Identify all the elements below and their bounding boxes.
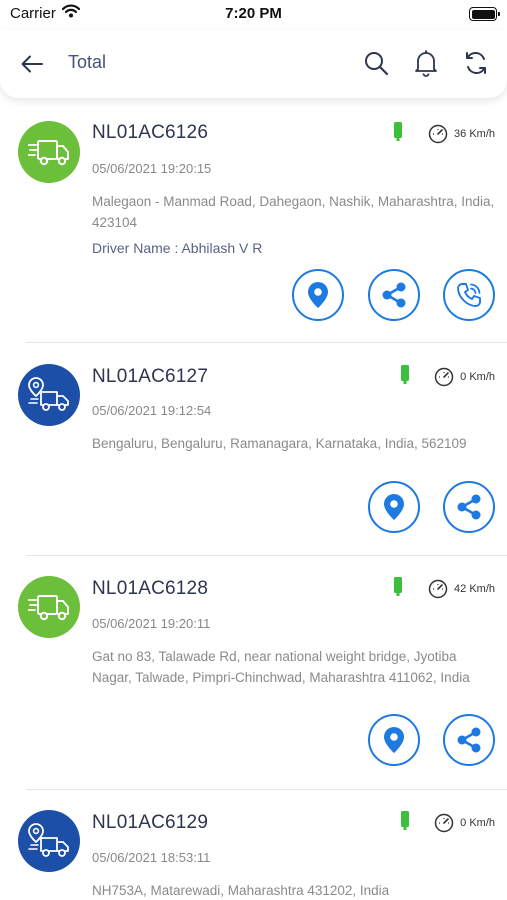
- share-icon: [457, 494, 481, 520]
- speedometer-icon: [434, 813, 454, 833]
- driver-name: Driver Name : Abhilash V R: [92, 240, 263, 256]
- call-icon: [457, 283, 481, 307]
- share-button[interactable]: [368, 269, 420, 321]
- delivery-truck-icon: [28, 140, 69, 166]
- speed-value: 36 Km/h: [454, 128, 495, 140]
- vehicle-plate: NL01AC6127: [92, 366, 209, 387]
- location-button[interactable]: [292, 269, 344, 321]
- vehicle-plate: NL01AC6126: [92, 122, 209, 143]
- vehicle-avatar: [18, 810, 80, 872]
- bell-icon: [415, 50, 437, 77]
- battery-level-icon: [401, 811, 409, 830]
- delivery-truck-icon: [28, 595, 69, 621]
- location-button[interactable]: [368, 714, 420, 766]
- vehicle-card[interactable]: NL01AC6127 0 Km/h 05/06/2021 19:12:54 Be…: [0, 343, 507, 555]
- timestamp: 05/06/2021 19:20:11: [92, 616, 211, 631]
- app-header: Total: [0, 30, 507, 98]
- location-button[interactable]: [368, 481, 420, 533]
- vehicle-address: Malegaon - Manmad Road, Dahegaon, Nashik…: [92, 194, 495, 230]
- speedometer-icon: [428, 579, 448, 599]
- share-button[interactable]: [443, 481, 495, 533]
- search-icon: [365, 52, 389, 76]
- clock: 7:20 PM: [225, 5, 282, 22]
- speed-value: 42 Km/h: [454, 583, 495, 595]
- status-bar: Carrier 7:20 PM: [0, 0, 507, 30]
- vehicle-address: Bengaluru, Bengaluru, Ramanagara, Karnat…: [92, 436, 467, 451]
- vehicle-address: Gat no 83, Talawade Rd, near national we…: [92, 649, 470, 685]
- vehicle-card[interactable]: NL01AC6128 42 Km/h 05/06/2021 19:20:11 G…: [0, 556, 507, 789]
- vehicle-address: NH753A, Matarewadi, Maharashtra 431202, …: [92, 883, 390, 898]
- vehicle-card[interactable]: NL01AC6126 36 Km/h 05/06/2021 19:20:15 M…: [0, 98, 507, 342]
- page-title: Total: [68, 52, 107, 72]
- vehicle-plate: NL01AC6129: [92, 812, 209, 833]
- refresh-button[interactable]: [461, 48, 491, 78]
- battery-level-icon: [394, 122, 402, 141]
- share-icon: [457, 727, 481, 753]
- timestamp: 05/06/2021 19:20:15: [92, 161, 212, 176]
- battery-level-icon: [401, 365, 409, 384]
- speed-indicator: 0 Km/h: [434, 367, 495, 387]
- truck-location-icon: [28, 377, 69, 411]
- speed-indicator: 0 Km/h: [434, 813, 495, 833]
- timestamp: 05/06/2021 18:53:11: [92, 850, 211, 865]
- refresh-icon: [466, 52, 486, 74]
- truck-location-icon: [28, 823, 69, 857]
- vehicle-avatar: [18, 576, 80, 638]
- speedometer-icon: [428, 124, 448, 144]
- vehicle-card[interactable]: NL01AC6129 0 Km/h 05/06/2021 18:53:11 NH…: [0, 790, 507, 900]
- share-icon: [382, 282, 406, 308]
- arrow-left-icon: [21, 55, 43, 73]
- speed-indicator: 36 Km/h: [428, 124, 495, 144]
- location-icon: [308, 282, 328, 308]
- vehicle-avatar: [18, 121, 80, 183]
- battery-icon: [469, 7, 500, 21]
- timestamp: 05/06/2021 19:12:54: [92, 403, 212, 418]
- location-icon: [384, 727, 404, 753]
- back-button[interactable]: [18, 50, 46, 78]
- location-icon: [384, 494, 404, 520]
- vehicle-plate: NL01AC6128: [92, 578, 209, 599]
- speed-value: 0 Km/h: [460, 817, 495, 829]
- vehicle-avatar: [18, 364, 80, 426]
- speed-value: 0 Km/h: [460, 371, 495, 383]
- notifications-button[interactable]: [411, 48, 441, 78]
- speedometer-icon: [434, 367, 454, 387]
- battery-level-icon: [394, 577, 402, 596]
- speed-indicator: 42 Km/h: [428, 579, 495, 599]
- search-button[interactable]: [361, 48, 391, 78]
- share-button[interactable]: [443, 714, 495, 766]
- call-button[interactable]: [443, 269, 495, 321]
